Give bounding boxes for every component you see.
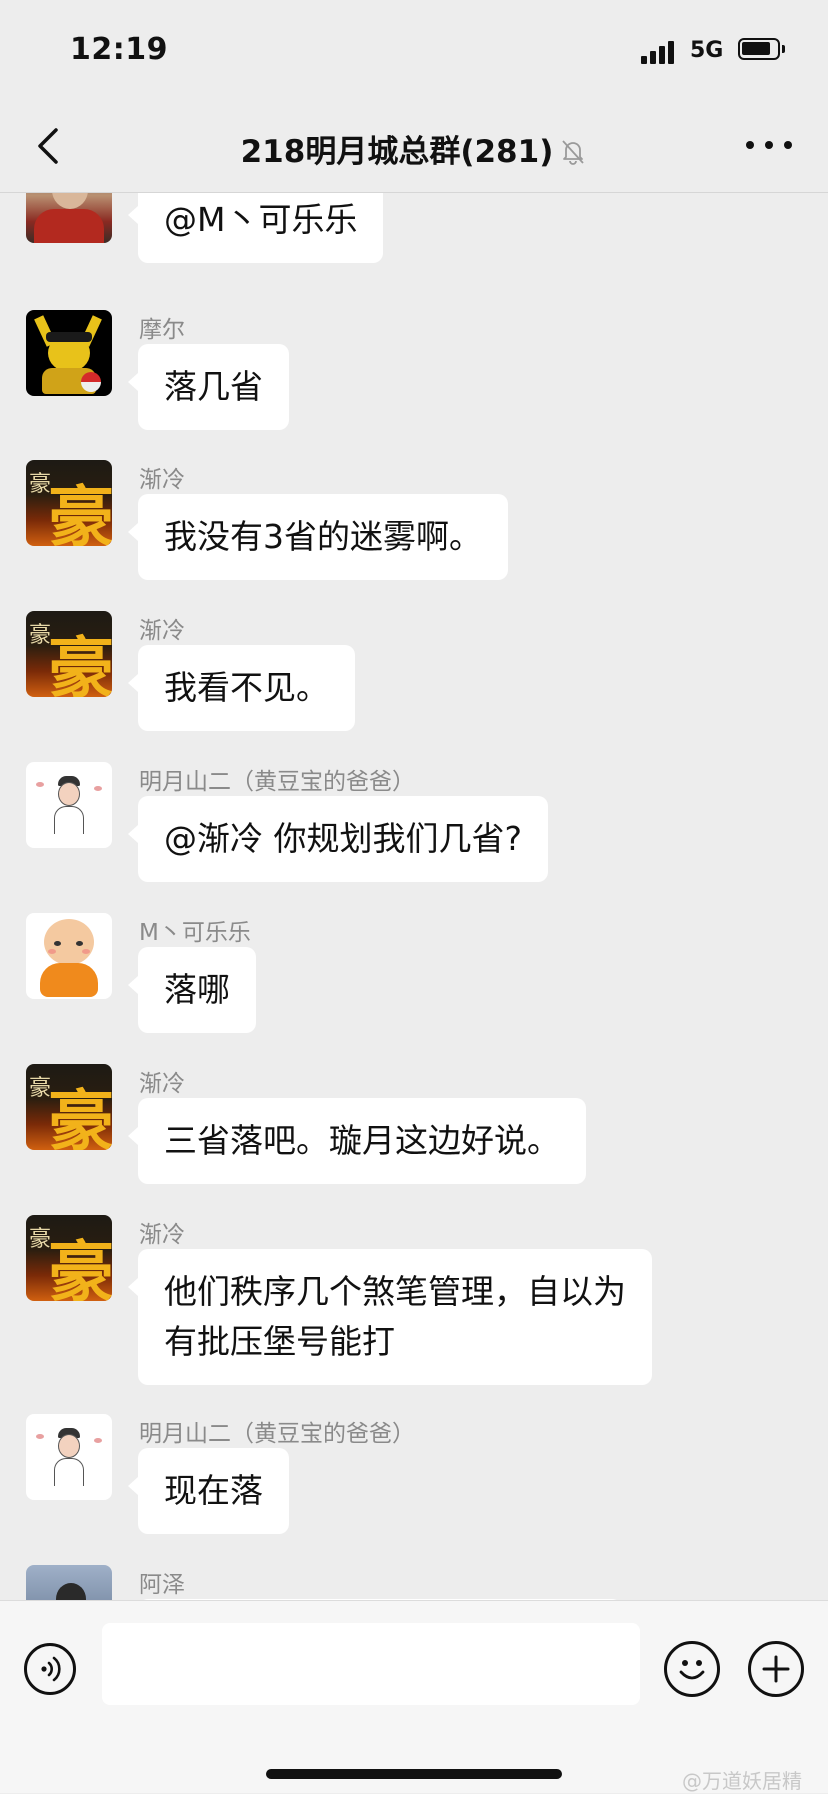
chat-message-list[interactable]: @M丶可乐乐 摩尔 落几省 豪 豪 渐冷 我没有3省的迷雾啊。 豪 豪 渐冷 我… bbox=[0, 193, 828, 1600]
avatar-glyph: 豪 bbox=[48, 1233, 112, 1301]
cartoon-boy-avatar[interactable] bbox=[26, 762, 112, 848]
nav-bar: 218明月城总群(281) bbox=[0, 100, 828, 193]
chat-title-wrap: 218明月城总群(281) bbox=[0, 126, 828, 171]
sender-name: 渐冷 bbox=[139, 618, 185, 644]
gao-character-avatar[interactable]: 豪 豪 bbox=[26, 1064, 112, 1150]
signal-icon bbox=[641, 40, 675, 64]
sender-name: 阿泽 bbox=[139, 1572, 185, 1598]
battery-icon bbox=[738, 38, 785, 60]
more-button[interactable] bbox=[744, 138, 794, 154]
chat-title: 218明月城总群(281) bbox=[240, 134, 554, 170]
status-time: 12:19 bbox=[70, 32, 168, 67]
home-indicator[interactable] bbox=[266, 1769, 562, 1779]
message-bubble[interactable]: 落几省 bbox=[128, 344, 289, 430]
message-bubble[interactable]: @渐冷 你规划我们几省? bbox=[127, 796, 549, 882]
emoji-icon bbox=[679, 1660, 705, 1680]
sender-name: M丶可乐乐 bbox=[139, 920, 251, 946]
bell-off-icon bbox=[562, 140, 585, 165]
sender-name: 渐冷 bbox=[139, 1222, 185, 1248]
baby-monk-avatar[interactable] bbox=[26, 913, 112, 999]
plus-icon bbox=[762, 1655, 790, 1683]
sender-name: 渐冷 bbox=[139, 467, 185, 493]
message-bubble[interactable]: 我没有3省的迷雾啊。 bbox=[128, 494, 508, 580]
plus-button[interactable] bbox=[748, 1641, 804, 1697]
sender-name: 明月山二（黄豆宝的爸爸） bbox=[139, 1421, 415, 1447]
pikachu-avatar[interactable] bbox=[26, 310, 112, 396]
voice-button[interactable] bbox=[24, 1643, 76, 1695]
message-bubble[interactable]: 落哪 bbox=[128, 947, 256, 1033]
status-bar: 12:19 5G bbox=[0, 0, 828, 100]
user-photo-avatar[interactable] bbox=[26, 193, 112, 243]
message-bubble[interactable]: @M丶可乐乐 bbox=[127, 193, 384, 263]
sender-name: 渐冷 bbox=[139, 1071, 185, 1097]
network-type: 5G bbox=[690, 38, 724, 63]
avatar-glyph: 豪 bbox=[48, 1082, 112, 1150]
cartoon-boy-avatar[interactable] bbox=[26, 1414, 112, 1500]
avatar-glyph: 豪 bbox=[48, 629, 112, 697]
voice-icon bbox=[41, 1656, 61, 1682]
emoji-button[interactable] bbox=[664, 1641, 720, 1697]
gao-character-avatar[interactable]: 豪 豪 bbox=[26, 1215, 112, 1301]
gao-character-avatar[interactable]: 豪 豪 bbox=[26, 611, 112, 697]
message-line: 他们秩序几个煞笔管理，自以为 bbox=[164, 1272, 626, 1311]
user-photo-avatar[interactable] bbox=[26, 1565, 112, 1600]
message-input[interactable] bbox=[102, 1623, 640, 1705]
message-line: 有批压堡号能打 bbox=[164, 1322, 395, 1361]
message-bubble[interactable]: 三省落吧。璇月这边好说。 bbox=[128, 1098, 586, 1184]
gao-character-avatar[interactable]: 豪 豪 bbox=[26, 460, 112, 546]
avatar-glyph: 豪 bbox=[48, 478, 112, 546]
watermark-text: @万道妖居精 bbox=[682, 1769, 802, 1793]
message-bubble[interactable]: 我看不见。 bbox=[128, 645, 355, 731]
sender-name: 摩尔 bbox=[139, 317, 185, 343]
input-bar: @万道妖居精 bbox=[0, 1600, 828, 1793]
message-bubble[interactable]: 他们秩序几个煞笔管理，自以为 有批压堡号能打 bbox=[128, 1249, 652, 1385]
sender-name: 明月山二（黄豆宝的爸爸） bbox=[139, 769, 415, 795]
message-bubble[interactable]: 现在落 bbox=[128, 1448, 289, 1534]
